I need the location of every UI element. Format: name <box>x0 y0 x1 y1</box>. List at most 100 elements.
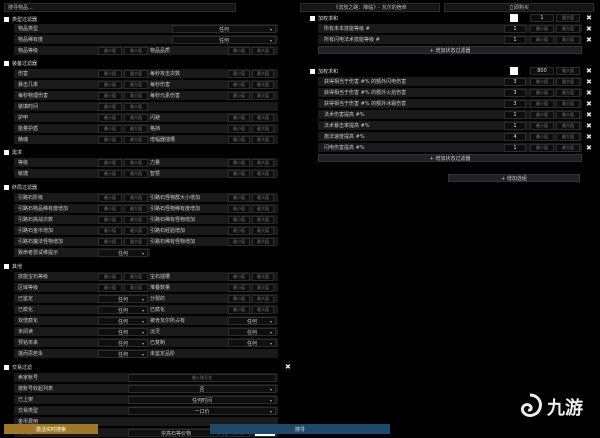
close-icon[interactable]: ✖ <box>586 100 592 108</box>
min-input[interactable]: 最小值 <box>228 238 250 246</box>
misc-dropdown[interactable]: 任何 ▾ <box>228 317 276 325</box>
max-input[interactable]: 最大值 <box>124 103 148 111</box>
stat-weight-input[interactable]: 1 <box>504 144 526 152</box>
type-dropdown[interactable]: 任何 ▾ <box>172 25 276 33</box>
min-input[interactable]: 最小值 <box>530 100 554 108</box>
trade-type-select[interactable]: 立即购买 <box>444 3 594 12</box>
close-icon[interactable]: ✖ <box>586 89 592 97</box>
min-input[interactable]: 最小值 <box>98 70 122 78</box>
close-icon[interactable]: ✖ <box>586 36 592 44</box>
max-input[interactable]: 最大值 <box>124 273 148 281</box>
section-checkbox[interactable] <box>310 15 315 21</box>
max-input[interactable]: 最大值 <box>252 170 274 178</box>
max-input[interactable]: 最大值 <box>124 238 148 246</box>
max-input[interactable]: 最大值 <box>556 100 580 108</box>
max-input[interactable]: 最大值 <box>252 194 274 202</box>
min-input[interactable]: 最小值 <box>228 70 250 78</box>
min-input[interactable]: 最小值 <box>228 114 250 122</box>
min-input[interactable]: 最小值 <box>98 170 122 178</box>
max-input[interactable]: 最大值 <box>252 70 274 78</box>
max-input[interactable]: 最大值 <box>124 205 148 213</box>
close-icon[interactable]: ✖ <box>586 67 592 75</box>
close-icon[interactable]: ✖ <box>586 122 592 130</box>
min-input[interactable]: 最小值 <box>98 92 122 100</box>
misc-dropdown[interactable]: 任何 ▾ <box>228 339 276 347</box>
min-input[interactable]: 最小值 <box>228 205 250 213</box>
max-input[interactable]: 最大值 <box>556 25 580 33</box>
section-checkbox[interactable] <box>4 149 9 155</box>
misc-dropdown[interactable]: 任何 ▾ <box>98 350 148 358</box>
misc-dropdown[interactable]: 任何 ▾ <box>98 317 148 325</box>
league-select[interactable]: 《流放之路：降临》- 瓦尔的宿命 <box>300 3 440 12</box>
weight-toggle-icon[interactable] <box>510 67 518 75</box>
min-input[interactable]: 最小值 <box>228 159 250 167</box>
collapse-dropdown[interactable]: 否 ▾ <box>128 385 276 393</box>
stat-weight-input[interactable]: 1 <box>504 36 526 44</box>
max-input[interactable]: 最大值 <box>252 47 274 55</box>
min-input[interactable]: 最小值 <box>530 89 554 97</box>
max-input[interactable]: 最大值 <box>124 136 148 144</box>
max-input[interactable]: 最大值 <box>252 136 274 144</box>
section-checkbox[interactable] <box>4 16 9 22</box>
endgame-dropdown[interactable]: 任何 ▾ <box>98 249 148 257</box>
min-input[interactable]: 最小值 <box>98 114 122 122</box>
close-icon[interactable]: ✖ <box>586 133 592 141</box>
max-input[interactable]: 最大值 <box>252 216 274 224</box>
min-input[interactable]: 最小值 <box>530 111 554 119</box>
misc-dropdown[interactable]: 任何 ▾ <box>98 339 148 347</box>
min-input[interactable]: 最小值 <box>530 36 554 44</box>
min-input[interactable]: 最小值 <box>98 125 122 133</box>
max-input[interactable]: 最大值 <box>252 125 274 133</box>
max-input[interactable]: 最大值 <box>252 159 274 167</box>
min-input[interactable]: 最小值 <box>98 227 122 235</box>
min-input[interactable]: 最小值 <box>530 78 554 86</box>
max-input[interactable]: 最大值 <box>252 284 274 292</box>
weighted-sum-header[interactable]: 加权求和 <box>310 14 338 22</box>
max-input[interactable]: 最大值 <box>124 159 148 167</box>
section-equip-filters[interactable]: 装备过滤器 <box>4 59 37 67</box>
weight-toggle-icon[interactable] <box>510 14 518 22</box>
min-input[interactable]: 最小值 <box>98 284 122 292</box>
min-input[interactable]: 最小值 <box>98 159 122 167</box>
min-input[interactable]: 最小值 <box>228 284 250 292</box>
max-input[interactable]: 最大值 <box>124 194 148 202</box>
weighted-sum-header[interactable]: 加权求和 <box>310 67 338 75</box>
stat-weight-input[interactable]: 1 <box>504 25 526 33</box>
close-icon[interactable]: ✖ <box>586 111 592 119</box>
max-input[interactable]: 最大值 <box>556 89 580 97</box>
section-type-filters[interactable]: 类型过滤器 <box>4 15 37 23</box>
weight-max-input[interactable]: 最大值 <box>556 67 580 75</box>
section-checkbox[interactable] <box>4 364 9 370</box>
min-input[interactable]: 最小值 <box>98 81 122 89</box>
max-input[interactable]: 最大值 <box>252 227 274 235</box>
max-input[interactable]: 最大值 <box>252 295 274 303</box>
max-input[interactable]: 最大值 <box>252 273 274 281</box>
stat-weight-input[interactable]: 4 <box>504 133 526 141</box>
max-input[interactable]: 最大值 <box>252 114 274 122</box>
max-input[interactable]: 最大值 <box>124 170 148 178</box>
max-input[interactable]: 最大值 <box>124 47 148 55</box>
stat-weight-input[interactable]: 1 <box>504 111 526 119</box>
max-input[interactable]: 最大值 <box>252 92 274 100</box>
max-input[interactable]: 最大值 <box>124 216 148 224</box>
max-input[interactable]: 最大值 <box>124 284 148 292</box>
min-input[interactable]: 最小值 <box>228 125 250 133</box>
max-input[interactable]: 最大值 <box>556 111 580 119</box>
max-input[interactable]: 最大值 <box>124 92 148 100</box>
section-checkbox[interactable] <box>310 68 315 74</box>
max-input[interactable]: 最大值 <box>556 122 580 130</box>
min-input[interactable]: 最小值 <box>228 92 250 100</box>
stat-weight-input[interactable]: 3 <box>504 100 526 108</box>
min-input[interactable]: 最小值 <box>530 122 554 130</box>
stat-weight-input[interactable]: 1 <box>504 122 526 130</box>
section-endgame-filters[interactable]: 终局过滤器 <box>4 183 37 191</box>
min-input[interactable]: 最小值 <box>530 25 554 33</box>
min-input[interactable]: 最小值 <box>98 238 122 246</box>
search-input[interactable]: 搜寻物品... <box>4 3 236 12</box>
section-requirements[interactable]: 需求 <box>4 148 22 156</box>
min-input[interactable]: 最小值 <box>228 136 250 144</box>
close-icon[interactable]: ✖ <box>586 78 592 86</box>
weight-max-input[interactable]: 最大值 <box>556 14 580 22</box>
misc-dropdown[interactable]: 任何 ▾ <box>228 328 276 336</box>
add-stat-filter-button[interactable]: + 增加状态过滤器 <box>318 46 582 54</box>
